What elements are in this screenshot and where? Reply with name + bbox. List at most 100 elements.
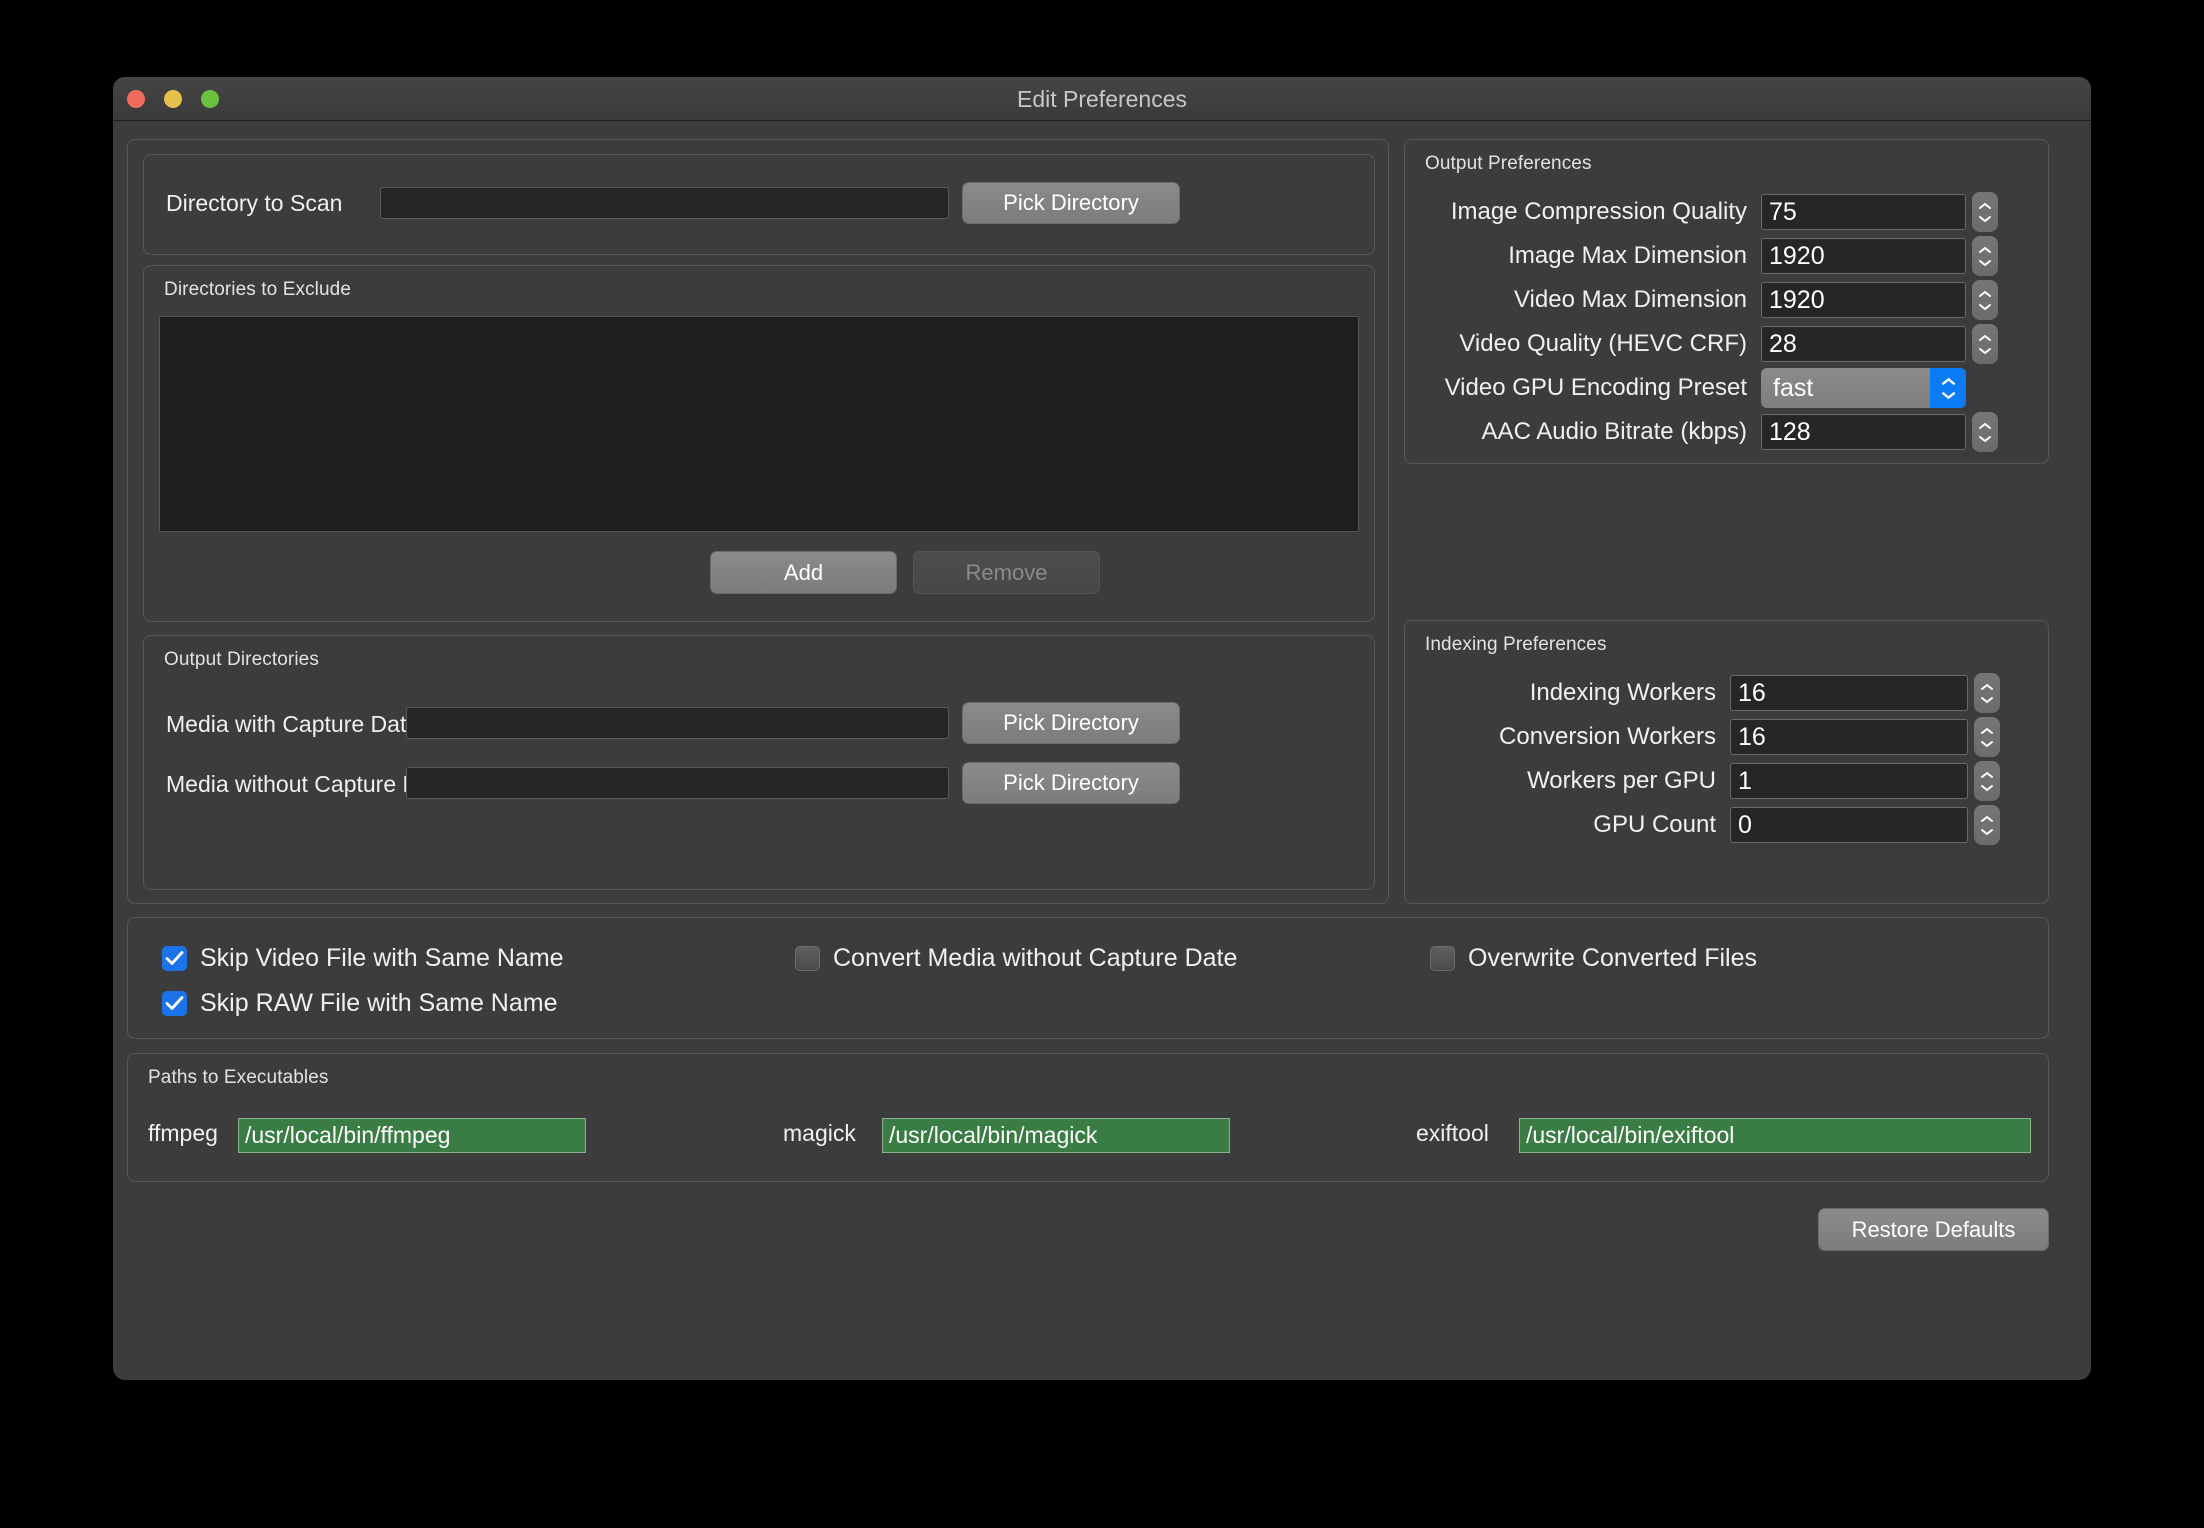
chevron-down-icon bbox=[1981, 740, 1993, 747]
chevron-up-icon bbox=[1979, 202, 1991, 209]
chevron-down-icon bbox=[1979, 435, 1991, 442]
chevron-up-icon bbox=[1979, 334, 1991, 341]
chevron-up-icon bbox=[1941, 377, 1955, 385]
add-directory-button[interactable]: Add bbox=[710, 551, 897, 594]
gpu-count-input[interactable]: 0 bbox=[1730, 807, 1968, 843]
directory-to-scan-pick-button[interactable]: Pick Directory bbox=[962, 182, 1180, 224]
directories-to-exclude-list[interactable] bbox=[159, 316, 1359, 532]
gpu-count-label: GPU Count bbox=[1593, 811, 1716, 838]
video-quality-crf-stepper[interactable] bbox=[1972, 324, 1998, 364]
workers-per-gpu-label: Workers per GPU bbox=[1527, 767, 1716, 794]
ffmpeg-path-input[interactable]: /usr/local/bin/ffmpeg bbox=[238, 1118, 586, 1153]
image-compression-quality-stepper[interactable] bbox=[1972, 192, 1998, 232]
ffmpeg-label: ffmpeg bbox=[148, 1120, 218, 1146]
convert-media-without-capture-date-label: Convert Media without Capture Date bbox=[833, 944, 1238, 972]
directory-to-scan-group: Directory to Scan Pick Directory bbox=[143, 154, 1375, 255]
paths-to-executables-legend: Paths to Executables bbox=[148, 1067, 329, 1088]
directory-to-scan-label: Directory to Scan bbox=[166, 190, 343, 216]
skip-raw-file-checkbox[interactable] bbox=[162, 991, 187, 1016]
chevron-down-icon bbox=[1979, 259, 1991, 266]
gpu-count-stepper[interactable] bbox=[1974, 805, 2000, 845]
magick-label: magick bbox=[783, 1120, 856, 1146]
media-without-capture-date-pick-button[interactable]: Pick Directory bbox=[962, 762, 1180, 804]
gpu-count-row: GPU Count 0 bbox=[1380, 805, 2000, 845]
left-settings-group: Directory to Scan Pick Directory Directo… bbox=[127, 139, 1389, 904]
window-titlebar: Edit Preferences bbox=[113, 77, 2091, 121]
window-title: Edit Preferences bbox=[1016, 86, 1188, 112]
aac-audio-bitrate-row: AAC Audio Bitrate (kbps) 128 bbox=[1411, 412, 1998, 452]
image-max-dimension-label: Image Max Dimension bbox=[1508, 242, 1747, 269]
conversion-workers-input[interactable]: 16 bbox=[1730, 719, 1968, 755]
convert-media-without-capture-date-checkbox[interactable] bbox=[795, 946, 820, 971]
image-compression-quality-row: Image Compression Quality 75 bbox=[1411, 192, 1998, 232]
media-with-capture-date-label: Media with Capture Date bbox=[166, 711, 420, 737]
aac-audio-bitrate-stepper[interactable] bbox=[1972, 412, 1998, 452]
conversion-workers-label: Conversion Workers bbox=[1499, 723, 1716, 750]
image-max-dimension-input[interactable]: 1920 bbox=[1761, 238, 1966, 274]
indexing-workers-input[interactable]: 16 bbox=[1730, 675, 1968, 711]
magick-path-input[interactable]: /usr/local/bin/magick bbox=[882, 1118, 1230, 1153]
video-gpu-encoding-preset-select[interactable]: fast bbox=[1761, 368, 1966, 408]
skip-raw-file-checkbox-row[interactable]: Skip RAW File with Same Name bbox=[162, 989, 558, 1018]
checkmark-icon bbox=[165, 951, 184, 965]
media-with-capture-date-input[interactable] bbox=[406, 707, 949, 739]
indexing-preferences-group: Indexing Preferences Indexing Workers 16… bbox=[1404, 620, 2049, 904]
video-max-dimension-input[interactable]: 1920 bbox=[1761, 282, 1966, 318]
indexing-workers-label: Indexing Workers bbox=[1529, 679, 1716, 706]
workers-per-gpu-input[interactable]: 1 bbox=[1730, 763, 1968, 799]
aac-audio-bitrate-input[interactable]: 128 bbox=[1761, 414, 1966, 450]
output-preferences-legend: Output Preferences bbox=[1425, 153, 1592, 174]
video-max-dimension-stepper[interactable] bbox=[1972, 280, 1998, 320]
window-body: Directory to Scan Pick Directory Directo… bbox=[113, 121, 2091, 1380]
chevron-down-icon bbox=[1981, 828, 1993, 835]
video-quality-crf-input[interactable]: 28 bbox=[1761, 326, 1966, 362]
chevron-up-icon bbox=[1981, 683, 1993, 690]
directories-to-exclude-legend: Directories to Exclude bbox=[164, 279, 351, 300]
overwrite-converted-files-label: Overwrite Converted Files bbox=[1468, 944, 1757, 972]
workers-per-gpu-row: Workers per GPU 1 bbox=[1380, 761, 2000, 801]
indexing-workers-stepper[interactable] bbox=[1974, 673, 2000, 713]
image-max-dimension-stepper[interactable] bbox=[1972, 236, 1998, 276]
conversion-workers-stepper[interactable] bbox=[1974, 717, 2000, 757]
media-with-capture-date-pick-button[interactable]: Pick Directory bbox=[962, 702, 1180, 744]
chevron-up-icon bbox=[1979, 290, 1991, 297]
paths-to-executables-group: Paths to Executables ffmpeg /usr/local/b… bbox=[127, 1053, 2049, 1182]
chevron-up-icon bbox=[1981, 815, 1993, 822]
overwrite-converted-files-checkbox[interactable] bbox=[1430, 946, 1455, 971]
workers-per-gpu-stepper[interactable] bbox=[1974, 761, 2000, 801]
video-gpu-encoding-preset-value: fast bbox=[1773, 373, 1814, 402]
output-directories-legend: Output Directories bbox=[164, 649, 319, 670]
popup-arrows[interactable] bbox=[1930, 368, 1966, 408]
chevron-up-icon bbox=[1981, 771, 1993, 778]
skip-raw-file-label: Skip RAW File with Same Name bbox=[200, 989, 558, 1017]
overwrite-converted-files-row[interactable]: Overwrite Converted Files bbox=[1430, 944, 1757, 973]
restore-defaults-button[interactable]: Restore Defaults bbox=[1818, 1208, 2049, 1251]
directory-to-scan-input[interactable] bbox=[380, 187, 949, 219]
remove-directory-button[interactable]: Remove bbox=[913, 551, 1100, 594]
output-directories-group: Output Directories Media with Capture Da… bbox=[143, 635, 1375, 890]
checkmark-icon bbox=[165, 996, 184, 1010]
image-compression-quality-input[interactable]: 75 bbox=[1761, 194, 1966, 230]
options-checkbox-group: Skip Video File with Same Name Skip RAW … bbox=[127, 917, 2049, 1039]
chevron-down-icon bbox=[1981, 696, 1993, 703]
video-quality-crf-label: Video Quality (HEVC CRF) bbox=[1459, 330, 1747, 357]
video-max-dimension-row: Video Max Dimension 1920 bbox=[1411, 280, 1998, 320]
media-without-capture-date-input[interactable] bbox=[406, 767, 949, 799]
convert-media-without-capture-date-row[interactable]: Convert Media without Capture Date bbox=[795, 944, 1237, 973]
chevron-down-icon bbox=[1979, 347, 1991, 354]
skip-video-file-checkbox[interactable] bbox=[162, 946, 187, 971]
exiftool-path-input[interactable]: /usr/local/bin/exiftool bbox=[1519, 1118, 2031, 1153]
skip-video-file-checkbox-row[interactable]: Skip Video File with Same Name bbox=[162, 944, 564, 973]
exiftool-label: exiftool bbox=[1416, 1120, 1489, 1146]
chevron-up-icon bbox=[1979, 422, 1991, 429]
video-quality-crf-row: Video Quality (HEVC CRF) 28 bbox=[1411, 324, 1998, 364]
chevron-down-icon bbox=[1979, 303, 1991, 310]
chevron-up-icon bbox=[1979, 246, 1991, 253]
video-gpu-encoding-preset-row: Video GPU Encoding Preset fast bbox=[1411, 368, 1966, 408]
chevron-up-icon bbox=[1981, 727, 1993, 734]
chevron-down-icon bbox=[1979, 215, 1991, 222]
conversion-workers-row: Conversion Workers 16 bbox=[1380, 717, 2000, 757]
chevron-down-icon bbox=[1941, 391, 1955, 399]
image-compression-quality-label: Image Compression Quality bbox=[1450, 198, 1747, 225]
output-preferences-group: Output Preferences Image Compression Qua… bbox=[1404, 139, 2049, 464]
